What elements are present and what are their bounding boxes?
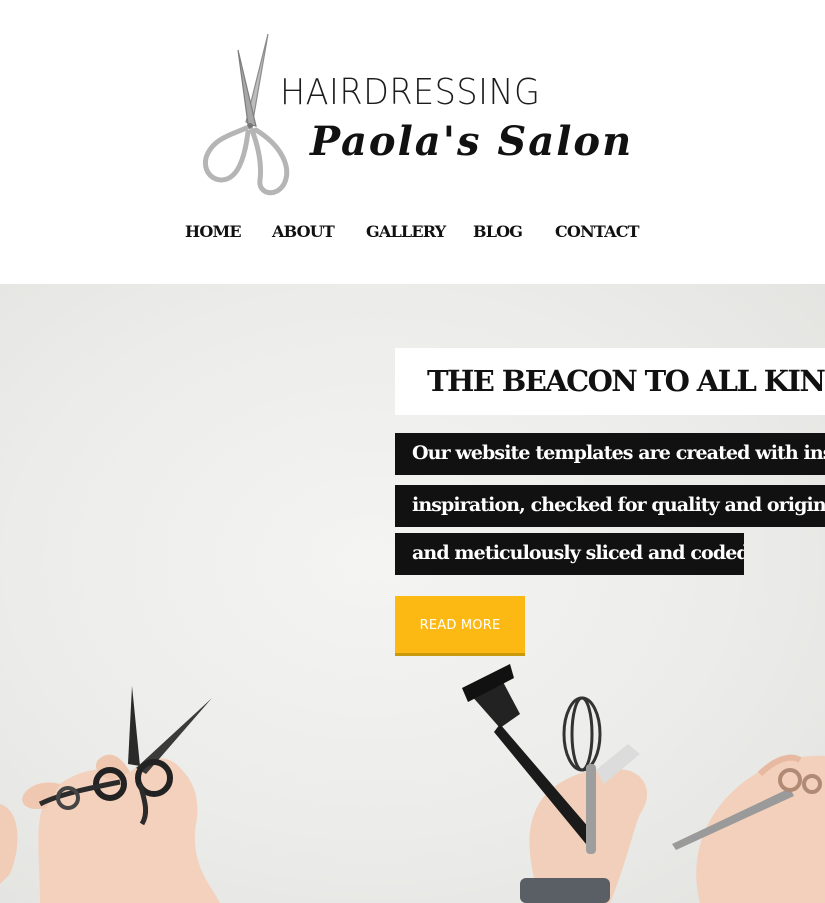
nav-item-home[interactable]: HOME [185,222,242,241]
nav-item-about[interactable]: ABOUT [272,222,335,241]
hero-section: THE BEACON TO ALL KIND Our website templ… [0,284,825,903]
nav-item-contact[interactable]: CONTACT [555,222,640,241]
hand-with-scissors-left [0,686,221,903]
site-header: HAIRDRESSING Paola's Salon HOME ABOUT GA… [0,0,825,284]
nav-item-gallery[interactable]: GALLERY [366,222,446,241]
scissors-icon [202,33,290,196]
nav-item-blog[interactable]: BLOG [473,222,523,241]
hero-text-line-2: inspiration, checked for quality and ori… [395,485,825,527]
logo-subtitle: Paola's Salon [310,118,634,165]
hand-with-scissors-right [672,754,825,903]
site-logo[interactable]: HAIRDRESSING Paola's Salon [198,30,631,200]
hero-text-line-3: and meticulously sliced and coded [395,533,744,575]
read-more-button[interactable]: READ MORE [395,596,525,656]
main-nav: HOME ABOUT GALLERY BLOG CONTACT [0,222,825,252]
logo-title: HAIRDRESSING [280,72,541,113]
hero-title-box: THE BEACON TO ALL KIND [395,348,825,415]
hand-with-brush-and-whisk [462,664,648,903]
hero-text-line-1: Our website templates are created with i… [395,433,825,475]
hero-title: THE BEACON TO ALL KIND [427,364,825,398]
